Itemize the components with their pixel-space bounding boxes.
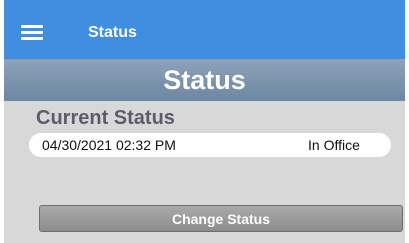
status-value: In Office [308, 137, 360, 153]
app-window: Status Status Current Status 04/30/2021 … [4, 0, 405, 243]
current-status-row: 04/30/2021 02:32 PM In Office [29, 133, 391, 157]
page-title: Status [163, 65, 246, 95]
app-bar: Status [4, 0, 405, 59]
page-header: Status [4, 59, 405, 101]
app-bar-title: Status [88, 24, 137, 41]
current-status-heading: Current Status [36, 107, 175, 129]
change-status-button[interactable]: Change Status [39, 205, 403, 232]
hamburger-menu-icon[interactable] [21, 17, 47, 41]
status-timestamp: 04/30/2021 02:32 PM [42, 137, 176, 153]
